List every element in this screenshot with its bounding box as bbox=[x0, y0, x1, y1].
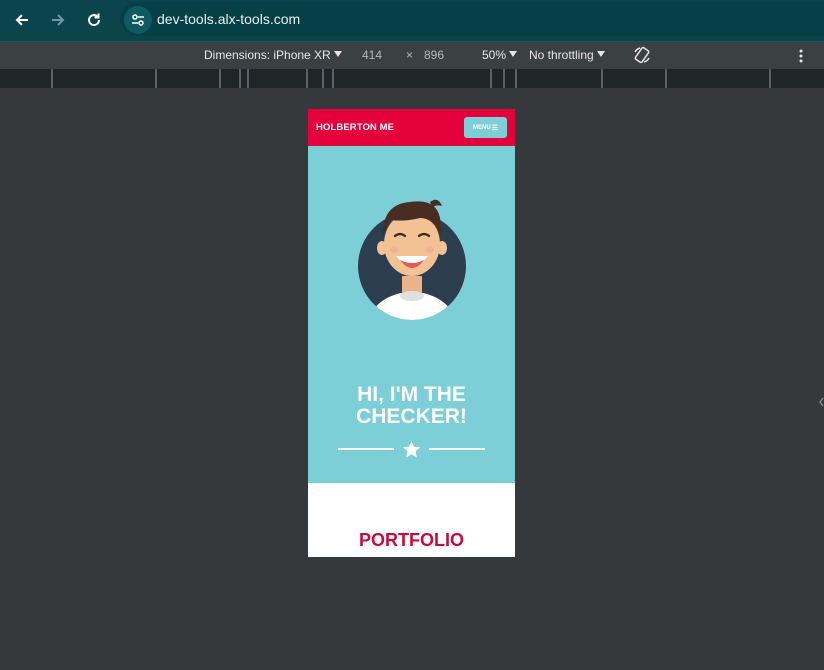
menu-button[interactable]: MENU ☰ bbox=[464, 117, 507, 138]
ruler-tick bbox=[503, 69, 505, 88]
more-options-button[interactable] bbox=[794, 47, 808, 65]
portfolio-heading: PORTFOLIO bbox=[359, 530, 464, 550]
ruler-tick bbox=[322, 69, 324, 88]
tune-icon bbox=[132, 14, 144, 26]
ruler-tick bbox=[332, 69, 334, 88]
resize-handle-icon[interactable] bbox=[819, 397, 824, 407]
chevron-down-icon bbox=[596, 51, 605, 57]
menu-label: MENU bbox=[473, 124, 491, 131]
zoom-label: 50% bbox=[482, 48, 507, 62]
ruler-tick bbox=[239, 69, 241, 88]
rotate-icon bbox=[634, 46, 650, 64]
reload-button[interactable] bbox=[80, 6, 108, 34]
dimensions-label: Dimensions: iPhone XR bbox=[204, 48, 331, 62]
forward-arrow-icon bbox=[52, 14, 65, 26]
ruler-tick bbox=[665, 69, 667, 88]
hero-title-line1: HI, I'M THE bbox=[357, 383, 466, 406]
ruler-tick bbox=[601, 69, 603, 88]
forward-button[interactable] bbox=[44, 6, 72, 34]
site-settings-button[interactable] bbox=[124, 6, 152, 34]
browser-toolbar: dev-tools.alx-tools.com bbox=[0, 0, 824, 42]
ruler-tick bbox=[247, 69, 249, 88]
ruler-tick bbox=[51, 69, 53, 88]
rotate-button[interactable] bbox=[632, 45, 652, 65]
star-divider bbox=[338, 441, 485, 458]
site-header: HOLBERTON ME MENU ☰ bbox=[308, 109, 515, 146]
ruler-tick bbox=[219, 69, 221, 88]
reload-icon bbox=[88, 13, 101, 27]
ruler-tick bbox=[306, 69, 308, 88]
star-icon bbox=[402, 441, 421, 458]
zoom-dropdown[interactable]: 50% bbox=[482, 48, 518, 62]
height-input[interactable]: 896 bbox=[424, 48, 444, 62]
device-toolbar: Dimensions: iPhone XR 414 × 896 50% No t… bbox=[0, 42, 824, 69]
hero-section: HI, I'M THE CHECKER! bbox=[308, 146, 515, 483]
throttling-dropdown[interactable]: No throttling bbox=[529, 48, 605, 62]
media-query-ruler[interactable] bbox=[0, 69, 824, 88]
url-text: dev-tools.alx-tools.com bbox=[157, 11, 301, 27]
back-arrow-icon bbox=[15, 14, 28, 26]
avatar bbox=[358, 199, 466, 320]
ruler-tick bbox=[490, 69, 492, 88]
ruler-tick bbox=[155, 69, 157, 88]
times-symbol: × bbox=[406, 48, 414, 62]
dimensions-dropdown[interactable]: Dimensions: iPhone XR bbox=[204, 48, 342, 62]
ruler-tick bbox=[769, 69, 771, 88]
kebab-menu-icon bbox=[799, 49, 803, 63]
ruler-tick bbox=[515, 69, 517, 88]
chevron-down-icon bbox=[509, 51, 518, 57]
hamburger-icon: ☰ bbox=[491, 124, 498, 132]
back-button[interactable] bbox=[8, 6, 36, 34]
hero-title: HI, I'M THE CHECKER! bbox=[308, 384, 515, 428]
chevron-down-icon bbox=[333, 51, 342, 57]
width-input[interactable]: 414 bbox=[362, 48, 382, 62]
site-logo-text[interactable]: HOLBERTON ME bbox=[316, 122, 394, 133]
hero-title-line2: CHECKER! bbox=[356, 405, 467, 428]
throttling-label: No throttling bbox=[529, 48, 594, 62]
emulated-viewport: HOLBERTON ME MENU ☰ HI, I'M THE CHECKER!… bbox=[308, 109, 515, 557]
